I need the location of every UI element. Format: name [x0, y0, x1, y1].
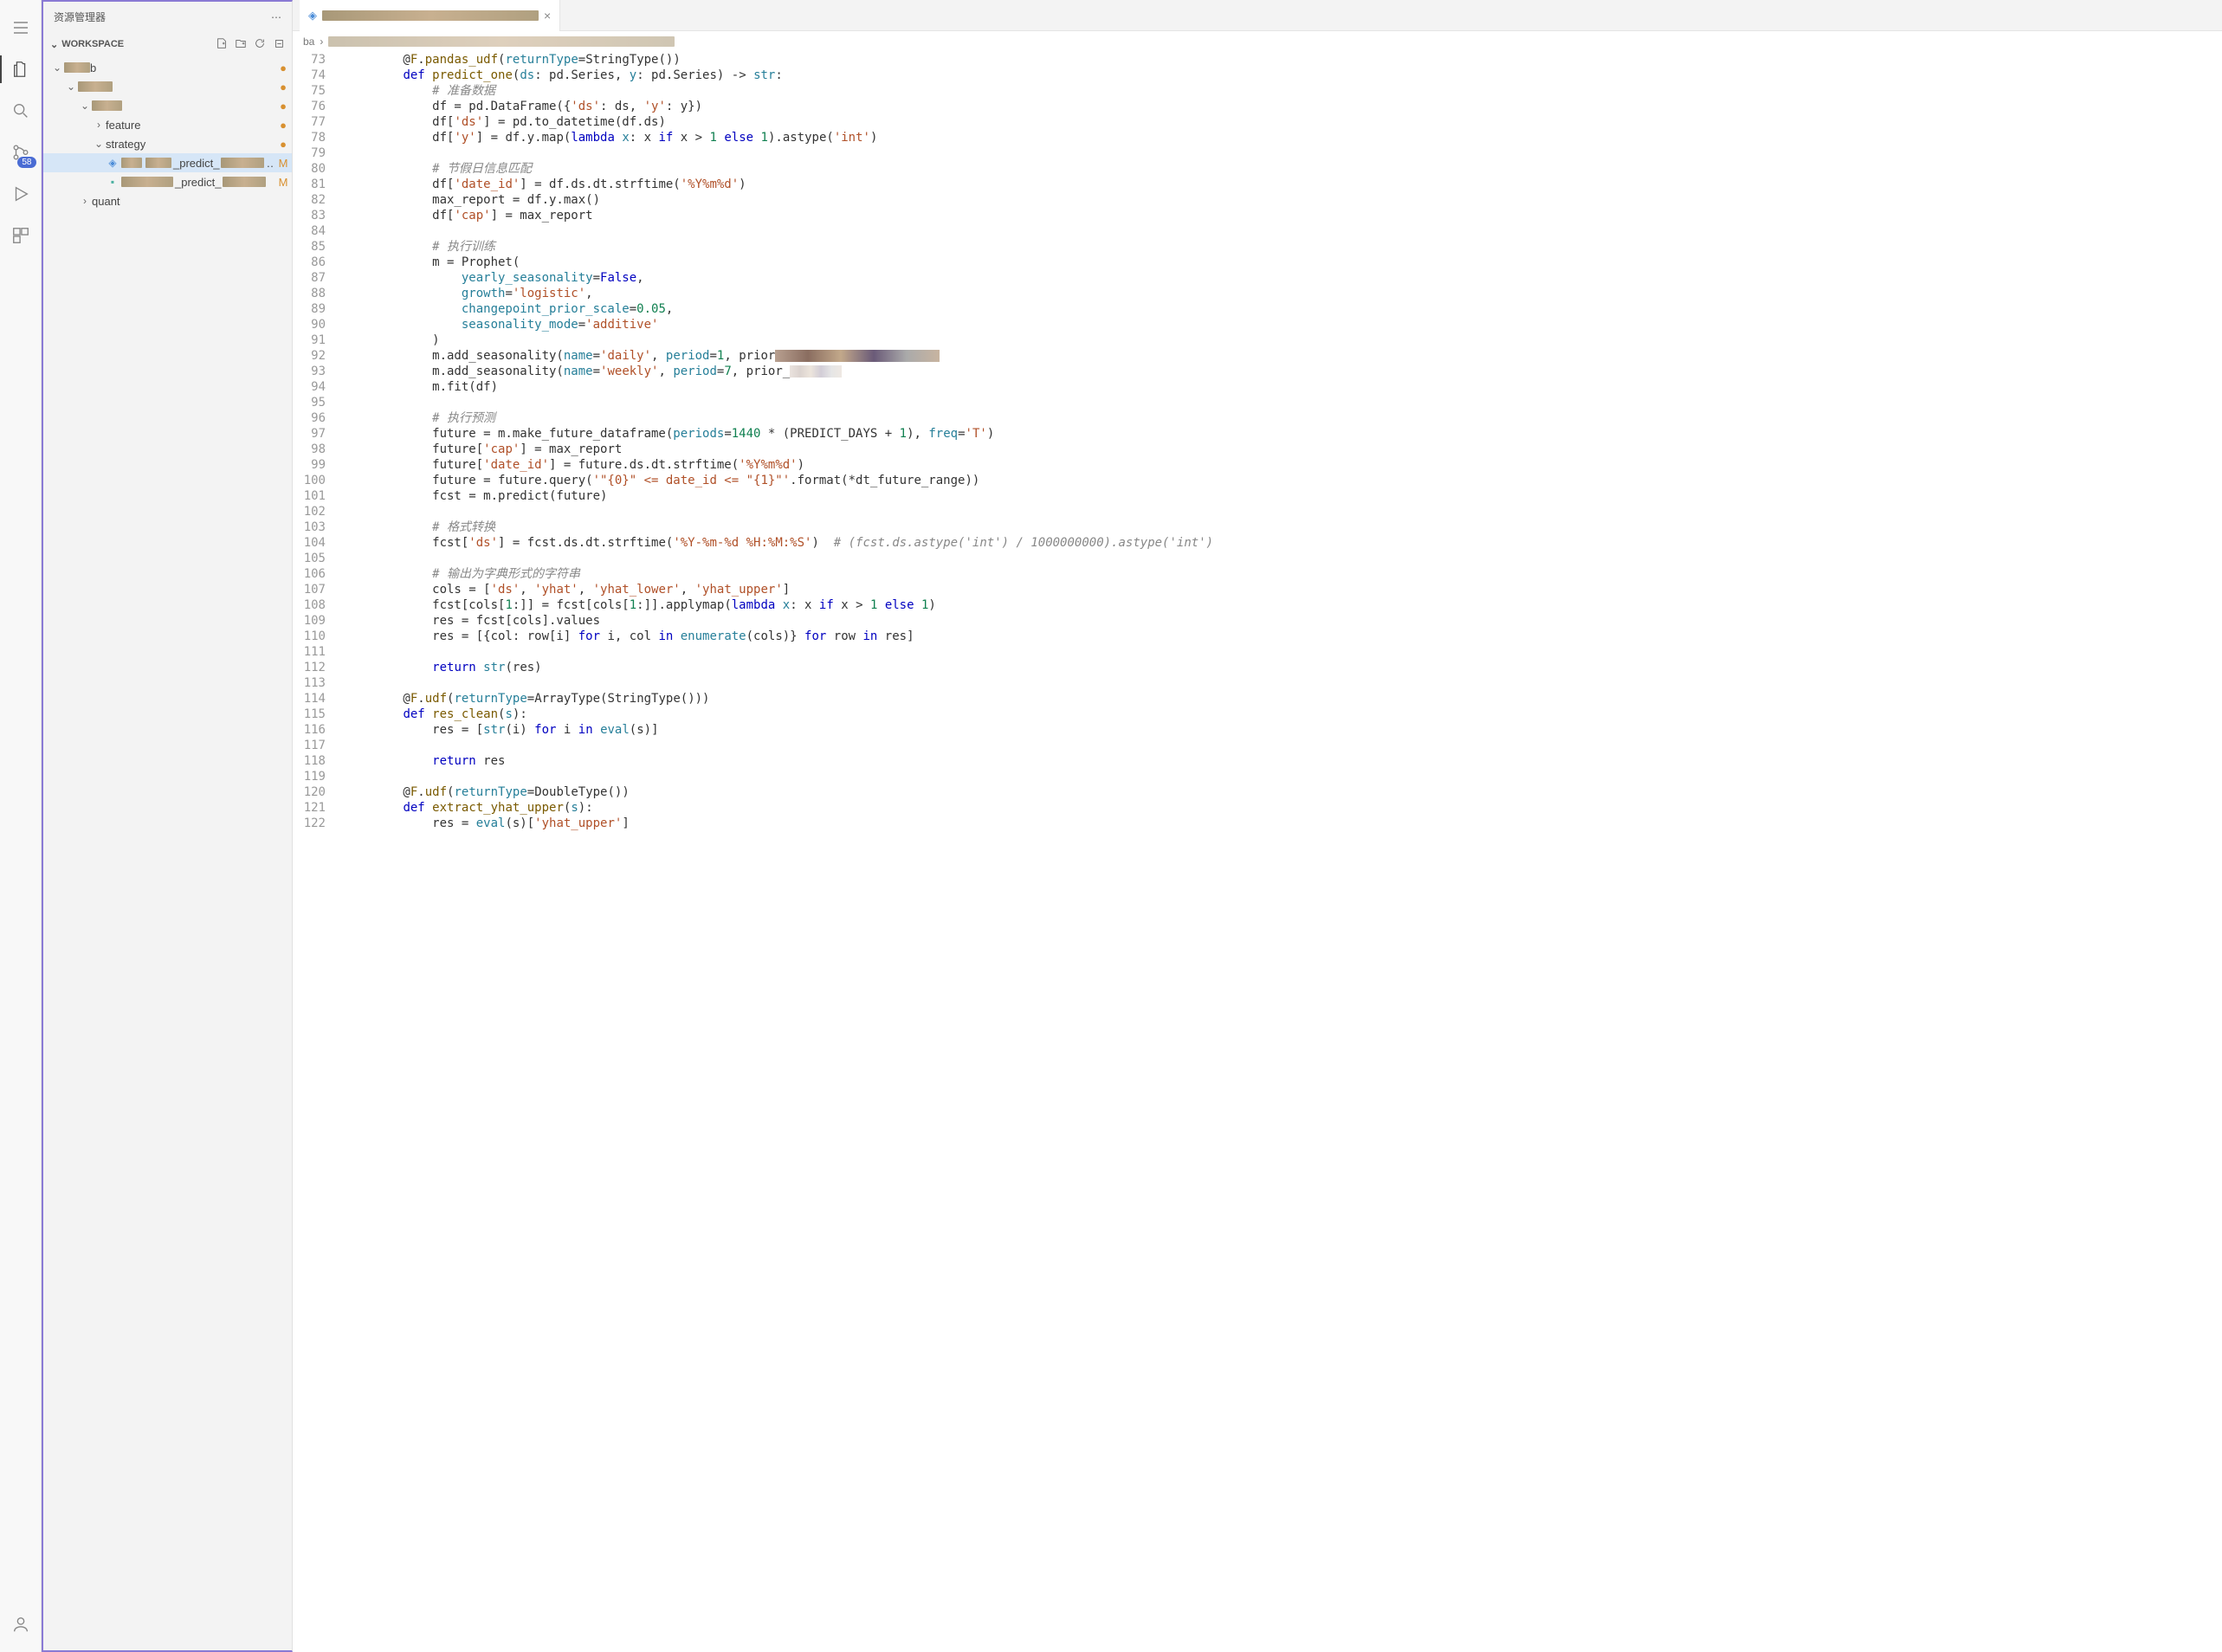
tree-folder-root[interactable]: ⌄ b ●	[43, 58, 292, 77]
workspace-label: WORKSPACE	[61, 39, 124, 49]
git-status-m: M	[275, 176, 292, 189]
file-label: …	[266, 157, 275, 170]
menu-icon[interactable]	[0, 7, 42, 48]
redacted-text	[64, 62, 90, 73]
sidebar: 资源管理器 ⋯ ⌄ WORKSPACE ⌄ b ● ⌄ ● ⌄	[42, 0, 293, 1652]
chevron-down-icon: ⌄	[50, 61, 64, 74]
chevron-down-icon: ⌄	[50, 39, 58, 50]
redacted-text	[78, 81, 113, 92]
tree-file-predict-2[interactable]: ▪ _predict_ M	[43, 172, 292, 191]
chevron-right-icon: ›	[92, 119, 106, 131]
scm-badge: 58	[17, 157, 36, 168]
tree-folder[interactable]: ⌄ ●	[43, 77, 292, 96]
chevron-down-icon: ⌄	[78, 100, 92, 112]
workspace-actions	[216, 37, 285, 52]
redacted-text	[121, 158, 142, 168]
modified-indicator: ●	[275, 119, 292, 132]
python-file-icon: ◈	[308, 9, 317, 23]
activity-bar: 58	[0, 0, 42, 1652]
modified-indicator: ●	[275, 81, 292, 94]
code-content[interactable]: @F.pandas_udf(returnType=StringType()) d…	[341, 52, 2222, 1652]
git-status-m: M	[275, 157, 292, 170]
source-control-icon[interactable]: 58	[0, 132, 42, 173]
folder-label: feature	[106, 119, 275, 132]
modified-indicator: ●	[275, 61, 292, 74]
redacted-text	[92, 100, 122, 111]
close-icon[interactable]: ×	[544, 9, 551, 23]
tree-folder[interactable]: ⌄ ●	[43, 96, 292, 115]
tree-folder-strategy[interactable]: ⌄ strategy ●	[43, 134, 292, 153]
explorer-icon[interactable]	[0, 48, 42, 90]
file-label-part: _predict_	[173, 157, 219, 170]
redacted-text	[121, 177, 173, 187]
python-file-icon: ◈	[106, 157, 119, 169]
search-icon[interactable]	[0, 90, 42, 132]
folder-label: quant	[92, 195, 292, 208]
redacted-text	[145, 158, 171, 168]
redacted-text	[223, 177, 266, 187]
redacted-text	[322, 10, 539, 21]
workspace-header[interactable]: ⌄ WORKSPACE	[43, 32, 292, 56]
new-file-icon[interactable]	[216, 37, 228, 52]
editor-area: ◈ × ba › 7374757677787980818283848586878…	[293, 0, 2222, 1652]
account-icon[interactable]	[0, 1604, 42, 1645]
chevron-down-icon: ⌄	[92, 138, 106, 150]
breadcrumb[interactable]: ba ›	[293, 31, 2222, 52]
folder-label: b	[90, 61, 275, 74]
tab-bar: ◈ ×	[293, 0, 2222, 31]
breadcrumb-separator: ›	[320, 35, 323, 48]
sidebar-title: 资源管理器	[54, 10, 106, 24]
refresh-icon[interactable]	[254, 37, 266, 52]
folder-label: strategy	[106, 138, 275, 151]
file-tree: ⌄ b ● ⌄ ● ⌄ ● › feature ● ⌄ str	[43, 56, 292, 1650]
new-folder-icon[interactable]	[235, 37, 247, 52]
run-debug-icon[interactable]	[0, 173, 42, 215]
tree-file-predict-1[interactable]: ◈ _predict_ … M	[43, 153, 292, 172]
line-numbers: 7374757677787980818283848586878889909192…	[293, 52, 341, 1652]
editor-tab[interactable]: ◈ ×	[300, 0, 560, 31]
tree-folder-quant[interactable]: › quant	[43, 191, 292, 210]
tree-folder-feature[interactable]: › feature ●	[43, 115, 292, 134]
modified-indicator: ●	[275, 100, 292, 113]
chevron-right-icon: ›	[78, 195, 92, 207]
redacted-text	[221, 158, 264, 168]
file-label-part: _predict_	[175, 176, 221, 189]
sidebar-header: 资源管理器 ⋯	[43, 2, 292, 32]
modified-indicator: ●	[275, 138, 292, 151]
sidebar-more-icon[interactable]: ⋯	[271, 11, 281, 23]
code-editor[interactable]: 7374757677787980818283848586878889909192…	[293, 52, 2222, 1652]
chevron-down-icon: ⌄	[64, 81, 78, 93]
collapse-all-icon[interactable]	[273, 37, 285, 52]
extensions-icon[interactable]	[0, 215, 42, 256]
file-icon: ▪	[106, 176, 119, 188]
redacted-text	[328, 36, 675, 47]
breadcrumb-item[interactable]: ba	[303, 35, 314, 48]
